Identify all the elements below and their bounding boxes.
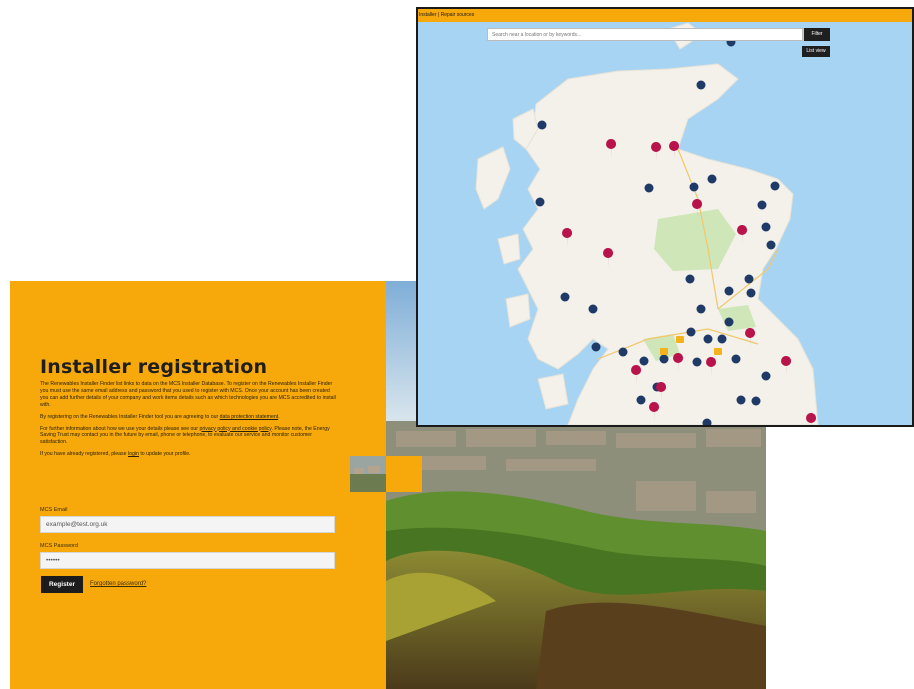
- forgot-password-link[interactable]: Forgotten password?: [90, 581, 146, 587]
- map-top-nav: Installer | Repair sources: [418, 9, 912, 22]
- map-cluster-icon[interactable]: [751, 396, 761, 406]
- map-cluster-icon[interactable]: [766, 240, 776, 250]
- scotland-map[interactable]: [418, 9, 912, 425]
- map-cluster-icon[interactable]: [685, 274, 695, 284]
- map-cluster-icon[interactable]: [724, 317, 734, 327]
- map-cluster-icon[interactable]: [703, 334, 713, 344]
- password-label: MCS Password: [40, 543, 78, 549]
- photo-thumbnail: [350, 456, 386, 492]
- privacy-policy-link[interactable]: privacy policy and cookie policy: [199, 426, 271, 432]
- map-window: Installer | Repair sources Filter List v…: [416, 7, 914, 427]
- map-cluster-icon[interactable]: [761, 222, 771, 232]
- map-cluster-icon[interactable]: [744, 274, 754, 284]
- map-cluster-icon[interactable]: [591, 342, 601, 352]
- registration-panel: Installer registration The Renewables In…: [10, 281, 386, 689]
- intro-paragraph: The Renewables Installer Finder list lin…: [40, 381, 336, 408]
- map-cluster-icon[interactable]: [746, 288, 756, 298]
- registration-text: The Renewables Installer Finder list lin…: [40, 381, 338, 463]
- map-cluster-icon[interactable]: [707, 174, 717, 184]
- map-marker-yellow-icon[interactable]: [660, 348, 668, 355]
- map-cluster-icon[interactable]: [696, 304, 706, 314]
- map-cluster-icon[interactable]: [736, 395, 746, 405]
- map-cluster-icon[interactable]: [770, 181, 780, 191]
- map-cluster-icon[interactable]: [535, 197, 545, 207]
- map-cluster-icon[interactable]: [636, 395, 646, 405]
- data-protection-link[interactable]: data protection statement: [220, 414, 279, 420]
- map-cluster-icon[interactable]: [644, 183, 654, 193]
- email-field[interactable]: [40, 516, 335, 533]
- login-link[interactable]: login: [128, 451, 139, 457]
- password-field[interactable]: [40, 552, 335, 569]
- map-cluster-icon[interactable]: [689, 182, 699, 192]
- data-protection-paragraph: By registering on the Renewables Install…: [40, 413, 280, 420]
- email-label: MCS Email: [40, 507, 68, 513]
- filter-button[interactable]: Filter: [804, 28, 830, 41]
- page-title: Installer registration: [40, 356, 268, 378]
- map-cluster-icon[interactable]: [757, 200, 767, 210]
- login-paragraph: If you have already registered, please l…: [40, 451, 191, 458]
- map-cluster-icon[interactable]: [717, 334, 727, 344]
- map-cluster-icon[interactable]: [724, 286, 734, 296]
- brand-accent-square: [386, 456, 422, 492]
- map-cluster-icon[interactable]: [639, 356, 649, 366]
- map-cluster-icon[interactable]: [692, 357, 702, 367]
- location-search-input[interactable]: [487, 28, 803, 41]
- map-marker-yellow-icon[interactable]: [676, 336, 684, 343]
- map-cluster-icon[interactable]: [537, 120, 547, 130]
- map-marker-yellow-icon[interactable]: [714, 348, 722, 355]
- map-cluster-icon[interactable]: [731, 354, 741, 364]
- map-cluster-icon[interactable]: [560, 292, 570, 302]
- map-cluster-icon[interactable]: [761, 371, 771, 381]
- map-cluster-icon[interactable]: [588, 304, 598, 314]
- top-nav-text[interactable]: Installer | Repair sources: [419, 12, 474, 18]
- register-button[interactable]: Register: [41, 576, 83, 593]
- privacy-paragraph: For further information about how we use…: [40, 425, 330, 446]
- map-cluster-icon[interactable]: [686, 327, 696, 337]
- list-view-button[interactable]: List view: [802, 46, 830, 57]
- map-cluster-icon[interactable]: [618, 347, 628, 357]
- map-cluster-icon[interactable]: [659, 354, 669, 364]
- map-cluster-icon[interactable]: [696, 80, 706, 90]
